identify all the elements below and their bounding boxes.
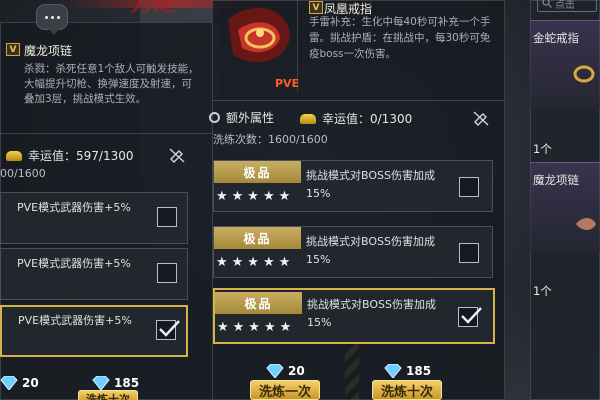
star-rating: ★★★★★ <box>216 189 295 204</box>
left-wash-count: 00/1600 <box>0 167 46 180</box>
left-luck-row: 幸运值：597/1300 <box>6 147 134 164</box>
star-rating: ★★★★★ <box>216 255 295 270</box>
middle-attr-row-1[interactable]: 极品 ★★★★★ 挑战模式对BOSS伤害加成15% <box>213 160 493 212</box>
extra-attr-row: 额外属性 <box>209 109 274 126</box>
middle-attr-row-3-selected[interactable]: 极品 ★★★★★ 挑战模式对BOSS伤害加成15% <box>213 288 495 344</box>
left-attr-checkbox-2[interactable] <box>157 263 177 283</box>
inventory-item-name-1: 金蛇戒指 <box>533 31 579 45</box>
inventory-item-count-1: 1个 <box>533 142 552 156</box>
check-icon <box>159 320 180 337</box>
middle-cost-once: 20 <box>266 364 305 378</box>
left-attr-row-3-selected[interactable]: PVE模式武器伤害+5% <box>0 305 188 357</box>
left-attr-checkbox-3[interactable] <box>156 320 180 340</box>
extra-attr-label: 额外属性 <box>226 111 275 125</box>
grade-tag: 极品 <box>214 227 301 249</box>
middle-attr-checkbox-3[interactable] <box>458 307 482 327</box>
vip-badge-icon: V <box>309 1 323 14</box>
diamond-icon <box>266 364 284 378</box>
erase-icon[interactable] <box>472 109 490 127</box>
grade-tag: 极品 <box>215 292 302 314</box>
background-title: 力炬 <box>130 0 177 17</box>
middle-cost-ten-value: 185 <box>406 364 432 378</box>
diamond-icon <box>0 376 18 390</box>
inventory-item-name-2: 魔龙项链 <box>533 173 579 187</box>
left-luck-value: 幸运值：597/1300 <box>28 149 134 163</box>
search-icon <box>542 0 552 8</box>
grade-tag: 极品 <box>214 161 301 183</box>
gold-snake-ring-icon <box>573 65 595 83</box>
left-attr-text: PVE模式武器伤害+5% <box>17 201 131 214</box>
dragon-necklace-icon <box>576 218 596 230</box>
middle-attr-text: 挑战模式对BOSS伤害加成15% <box>306 169 435 200</box>
left-attr-text: PVE模式武器伤害+5% <box>18 314 132 327</box>
left-divider <box>0 133 213 134</box>
chat-icon[interactable] <box>36 4 68 35</box>
search-input[interactable]: 点击 <box>537 0 597 12</box>
extra-attr-icon <box>209 112 220 123</box>
pve-tag: PVE <box>275 77 300 90</box>
diamond-icon <box>92 376 110 390</box>
middle-attr-text: 挑战模式对BOSS伤害加成15% <box>306 235 435 266</box>
left-attr-checkbox-1[interactable] <box>157 207 177 227</box>
middle-luck-row: 幸运值：0/1300 <box>300 110 412 127</box>
wash-ten-button[interactable]: 洗炼十次 <box>372 380 442 400</box>
middle-cost-once-value: 20 <box>288 364 305 378</box>
left-item-description: 杀戮：杀死任意1个敌人可触发技能，大幅提升切枪、换弹速度及射速，可叠加3层，挑战… <box>24 63 199 105</box>
middle-item-description: 手雷补充：生化中每40秒可补充一个手雷。挑战护盾：在挑战中，每30秒可免疫bos… <box>309 16 491 60</box>
diamond-icon <box>384 364 402 378</box>
inventory-item-count-2: 1个 <box>533 284 552 298</box>
vip-badge-icon: V <box>6 43 20 56</box>
left-cost-ten: 185 <box>92 376 139 390</box>
left-item-name: 魔龙项链 <box>24 44 73 58</box>
middle-divider <box>213 100 505 101</box>
middle-attr-text: 挑战模式对BOSS伤害加成15% <box>307 298 436 329</box>
middle-attr-checkbox-2[interactable] <box>459 243 479 263</box>
search-placeholder: 点击 <box>555 0 575 11</box>
erase-icon[interactable] <box>168 146 186 164</box>
middle-cost-ten: 185 <box>384 364 431 378</box>
wash-once-button[interactable]: 洗炼一次 <box>250 380 320 400</box>
middle-attr-row-2[interactable]: 极品 ★★★★★ 挑战模式对BOSS伤害加成15% <box>213 226 493 278</box>
luck-icon <box>300 113 316 124</box>
left-attr-row-2[interactable]: PVE模式武器伤害+5% <box>0 248 188 300</box>
luck-icon <box>6 150 22 161</box>
middle-attr-checkbox-1[interactable] <box>459 177 479 197</box>
star-rating: ★★★★★ <box>217 320 296 335</box>
left-cost-once-value: 20 <box>22 376 39 390</box>
left-attr-row-1[interactable]: PVE模式武器伤害+5% <box>0 192 188 244</box>
left-wash-ten-button[interactable]: 洗炼十次 <box>78 390 138 400</box>
left-cost-ten-value: 185 <box>114 376 140 390</box>
left-attr-text: PVE模式武器伤害+5% <box>17 257 131 270</box>
left-cost-once: 20 <box>0 376 39 390</box>
middle-luck-value: 幸运值：0/1300 <box>322 112 413 126</box>
middle-wash-count: 洗练次数：1600/1600 <box>213 133 328 146</box>
check-icon <box>461 307 482 324</box>
